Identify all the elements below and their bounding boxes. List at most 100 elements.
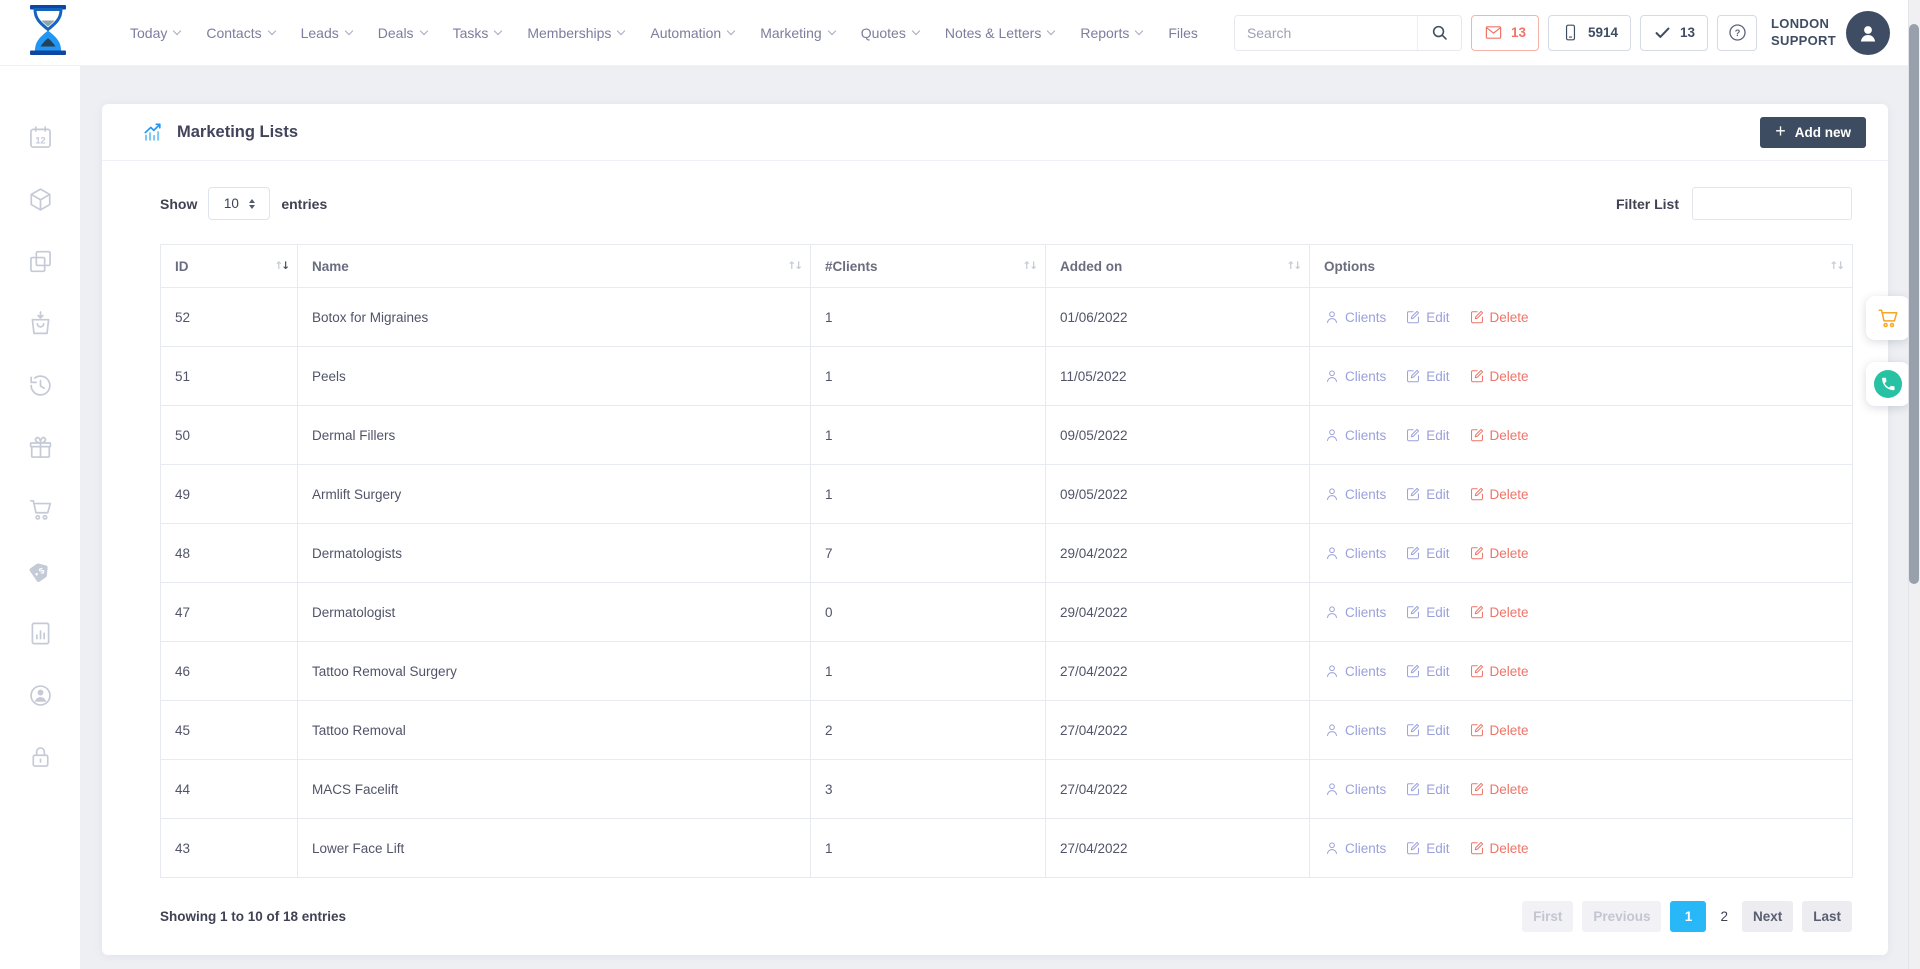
edit-link[interactable]: Edit bbox=[1405, 663, 1449, 679]
calls-badge[interactable]: 5914 bbox=[1548, 15, 1631, 51]
help-button[interactable] bbox=[1717, 15, 1757, 51]
filter-input[interactable] bbox=[1692, 187, 1852, 220]
avatar[interactable] bbox=[1846, 11, 1890, 55]
person-icon bbox=[1324, 663, 1340, 679]
sidebar-item-price-tag[interactable] bbox=[27, 558, 54, 585]
phone-icon bbox=[1880, 376, 1896, 392]
edit-link[interactable]: Edit bbox=[1405, 781, 1449, 797]
clients-link[interactable]: Clients bbox=[1324, 663, 1386, 679]
delete-link[interactable]: Delete bbox=[1469, 781, 1529, 797]
cell-clients: 1 bbox=[811, 465, 1046, 524]
nav-item-leads[interactable]: Leads bbox=[301, 25, 352, 41]
nav-item-label: Deals bbox=[378, 25, 414, 41]
page-button-2[interactable]: 2 bbox=[1715, 901, 1733, 932]
cell-added-on: 29/04/2022 bbox=[1046, 524, 1310, 583]
entries-per-page-select[interactable]: 10 bbox=[208, 187, 270, 220]
column-header-id[interactable]: ID ↑↓ bbox=[161, 245, 298, 288]
cart-fab-button[interactable] bbox=[1866, 296, 1910, 340]
clients-link[interactable]: Clients bbox=[1324, 781, 1386, 797]
nav-item-tasks[interactable]: Tasks bbox=[453, 25, 502, 41]
edit-link[interactable]: Edit bbox=[1405, 427, 1449, 443]
page-button-next[interactable]: Next bbox=[1742, 901, 1793, 932]
messages-badge[interactable]: 13 bbox=[1471, 15, 1539, 51]
cell-added-on: 29/04/2022 bbox=[1046, 583, 1310, 642]
sidebar-item-lock[interactable] bbox=[27, 744, 54, 771]
delete-link[interactable]: Delete bbox=[1469, 368, 1529, 384]
nav-item-automation[interactable]: Automation bbox=[650, 25, 734, 41]
delete-link[interactable]: Delete bbox=[1469, 427, 1529, 443]
clients-link[interactable]: Clients bbox=[1324, 309, 1386, 325]
sidebar-item-cart[interactable] bbox=[27, 496, 54, 523]
cell-added-on: 27/04/2022 bbox=[1046, 642, 1310, 701]
page-button-previous[interactable]: Previous bbox=[1582, 901, 1661, 932]
app-logo[interactable] bbox=[26, 5, 70, 60]
nav-item-quotes[interactable]: Quotes bbox=[861, 25, 919, 41]
delete-link[interactable]: Delete bbox=[1469, 604, 1529, 620]
page-scrollbar-track[interactable] bbox=[1908, 0, 1920, 969]
clients-link[interactable]: Clients bbox=[1324, 545, 1386, 561]
edit-link[interactable]: Edit bbox=[1405, 840, 1449, 856]
sidebar-item-calendar[interactable] bbox=[27, 124, 54, 151]
edit-link[interactable]: Edit bbox=[1405, 722, 1449, 738]
clients-link[interactable]: Clients bbox=[1324, 604, 1386, 620]
cell-added-on: 01/06/2022 bbox=[1046, 288, 1310, 347]
edit-link[interactable]: Edit bbox=[1405, 309, 1449, 325]
page-button-first[interactable]: First bbox=[1522, 901, 1573, 932]
delete-link[interactable]: Delete bbox=[1469, 486, 1529, 502]
cell-clients: 0 bbox=[811, 583, 1046, 642]
sidebar-item-history[interactable] bbox=[27, 372, 54, 399]
page-title-text: Marketing Lists bbox=[177, 123, 298, 142]
column-header-options[interactable]: Options ↑↓ bbox=[1310, 245, 1853, 288]
clients-link[interactable]: Clients bbox=[1324, 368, 1386, 384]
mail-icon bbox=[1484, 23, 1503, 42]
page-button-last[interactable]: Last bbox=[1802, 901, 1852, 932]
clients-link[interactable]: Clients bbox=[1324, 486, 1386, 502]
nav-item-marketing[interactable]: Marketing bbox=[760, 25, 834, 41]
page-scrollbar-thumb[interactable] bbox=[1909, 24, 1919, 584]
delete-edit-icon bbox=[1469, 663, 1485, 679]
column-header-name[interactable]: Name ↑↓ bbox=[298, 245, 811, 288]
nav-item-reports[interactable]: Reports bbox=[1080, 25, 1142, 41]
delete-link[interactable]: Delete bbox=[1469, 545, 1529, 561]
nav-item-today[interactable]: Today bbox=[130, 25, 180, 41]
column-header-clients[interactable]: #Clients ↑↓ bbox=[811, 245, 1046, 288]
chevron-down-icon bbox=[1047, 26, 1055, 34]
delete-link[interactable]: Delete bbox=[1469, 309, 1529, 325]
delete-link[interactable]: Delete bbox=[1469, 722, 1529, 738]
page-button-1[interactable]: 1 bbox=[1670, 901, 1706, 932]
edit-link[interactable]: Edit bbox=[1405, 604, 1449, 620]
clients-link[interactable]: Clients bbox=[1324, 722, 1386, 738]
add-new-button[interactable]: + Add new bbox=[1760, 117, 1866, 148]
nav-item-deals[interactable]: Deals bbox=[378, 25, 427, 41]
search-button[interactable] bbox=[1417, 16, 1461, 50]
edit-link[interactable]: Edit bbox=[1405, 545, 1449, 561]
nav-item-contacts[interactable]: Contacts bbox=[206, 25, 274, 41]
sidebar-item-copy[interactable] bbox=[27, 248, 54, 275]
nav-item-notes-letters[interactable]: Notes & Letters bbox=[945, 25, 1055, 41]
edit-link[interactable]: Edit bbox=[1405, 486, 1449, 502]
cell-name: Tattoo Removal bbox=[298, 701, 811, 760]
delete-link[interactable]: Delete bbox=[1469, 840, 1529, 856]
nav-item-files[interactable]: Files bbox=[1168, 25, 1198, 41]
sidebar-item-gift[interactable] bbox=[27, 434, 54, 461]
main-nav: Today Contacts Leads Deals Tasks Members… bbox=[130, 25, 1198, 41]
sidebar-item-report[interactable] bbox=[27, 620, 54, 647]
cart-icon bbox=[27, 496, 54, 523]
sidebar-item-bag-receive[interactable] bbox=[27, 310, 54, 337]
nav-item-memberships[interactable]: Memberships bbox=[527, 25, 624, 41]
phone-fab-button[interactable] bbox=[1866, 362, 1910, 406]
filter-group: Filter List bbox=[1616, 187, 1852, 220]
sort-icon: ↑↓ bbox=[276, 260, 290, 272]
user-name-line1: LONDON bbox=[1771, 16, 1836, 33]
search-input[interactable] bbox=[1235, 16, 1417, 50]
clients-link[interactable]: Clients bbox=[1324, 840, 1386, 856]
sidebar-item-package[interactable] bbox=[27, 186, 54, 213]
delete-edit-icon bbox=[1469, 486, 1485, 502]
tasks-badge[interactable]: 13 bbox=[1640, 15, 1708, 51]
clients-link[interactable]: Clients bbox=[1324, 427, 1386, 443]
sidebar-item-account-sync[interactable] bbox=[27, 682, 54, 709]
table-row: 49 Armlift Surgery 1 09/05/2022 Clients … bbox=[161, 465, 1853, 524]
column-header-added-on[interactable]: Added on ↑↓ bbox=[1046, 245, 1310, 288]
edit-link[interactable]: Edit bbox=[1405, 368, 1449, 384]
delete-link[interactable]: Delete bbox=[1469, 663, 1529, 679]
